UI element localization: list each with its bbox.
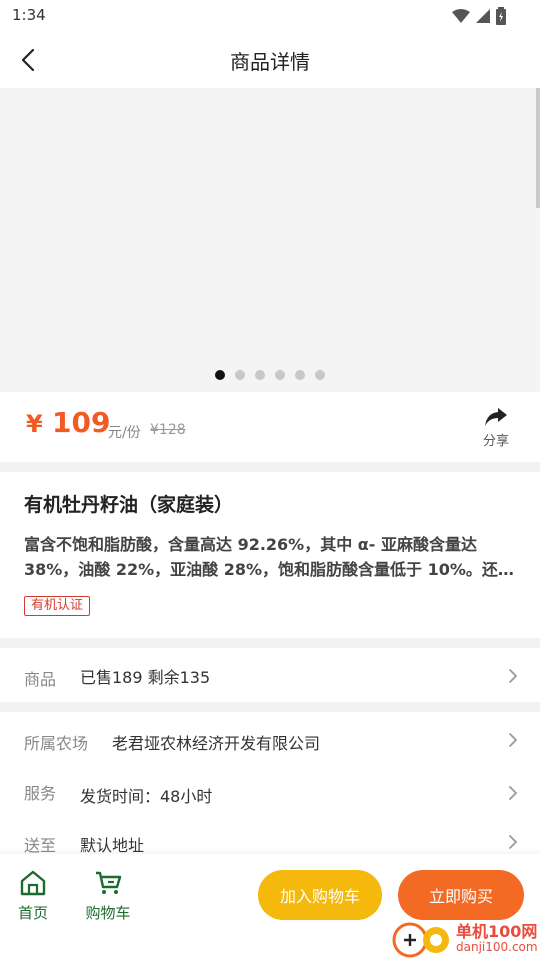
- goods-row[interactable]: 商品 已售189 剩余135: [0, 648, 540, 702]
- farm-name[interactable]: 老君垭农林经济开发有限公司: [112, 730, 320, 754]
- cart-icon: [96, 871, 122, 894]
- carousel-dot[interactable]: [275, 370, 285, 380]
- tab-home-label: 首页: [17, 904, 48, 922]
- carousel-dot[interactable]: [215, 370, 225, 380]
- carousel-indicator: [0, 370, 540, 380]
- chevron-right-icon[interactable]: [508, 834, 518, 850]
- tab-home[interactable]: 首页: [14, 870, 52, 923]
- price-section: ¥ 109 元/份 ¥128 分享: [0, 392, 540, 462]
- site-watermark: 单机100网 danji100.com: [392, 914, 540, 960]
- add-to-cart-button[interactable]: 加入购物车: [258, 870, 382, 920]
- scrollbar[interactable]: [536, 88, 540, 208]
- details-card: 所属农场 老君垭农林经济开发有限公司 服务 发货时间：48小时 送至 默认地址: [0, 712, 540, 856]
- signal-icon: [476, 9, 490, 23]
- ship-to-address[interactable]: 默认地址: [80, 832, 144, 856]
- farm-label: 所属农场: [24, 734, 89, 753]
- carousel-dot[interactable]: [255, 370, 265, 380]
- status-bar: 1:34: [0, 0, 540, 32]
- chevron-right-icon[interactable]: [508, 732, 518, 748]
- share-label: 分享: [482, 434, 509, 449]
- product-title: 有机牡丹籽油（家庭装）: [24, 494, 234, 516]
- service-value[interactable]: 发货时间：48小时: [80, 783, 212, 807]
- watermark-text: 单机100网: [456, 922, 538, 941]
- buy-now-button[interactable]: 立即购买: [398, 870, 524, 920]
- service-label: 服务: [24, 784, 57, 803]
- carousel-dot[interactable]: [315, 370, 325, 380]
- tab-cart-label: 购物车: [85, 904, 131, 922]
- watermark-url: danji100.com: [456, 940, 538, 954]
- watermark-logo-icon: [392, 922, 449, 958]
- status-icons: [452, 6, 506, 26]
- tab-cart[interactable]: 购物车: [80, 870, 136, 923]
- product-info-card: 有机牡丹籽油（家庭装） 富含不饱和脂肪酸，含量高达 92.26%，其中 α- 亚…: [0, 472, 540, 638]
- original-price: ¥128: [150, 422, 186, 438]
- price-unit: 元/份: [108, 425, 141, 441]
- share-icon: [485, 408, 507, 426]
- chevron-right-icon[interactable]: [508, 785, 518, 801]
- share-button[interactable]: 分享: [480, 408, 512, 449]
- home-icon: [20, 870, 46, 896]
- status-time: 1:34: [12, 6, 46, 24]
- price-currency: ¥: [26, 410, 43, 438]
- product-description: 富含不饱和脂肪酸，含量高达 92.26%，其中 α- 亚麻酸含量达 38%，油酸…: [24, 535, 514, 579]
- organic-tag: 有机认证: [24, 596, 91, 616]
- page-title: 商品详情: [230, 50, 310, 74]
- battery-icon: [496, 7, 506, 25]
- carousel-dot[interactable]: [235, 370, 245, 380]
- chevron-right-icon: [509, 669, 518, 683]
- goods-stock: 已售189 剩余135: [80, 668, 211, 687]
- carousel-dot[interactable]: [295, 370, 305, 380]
- nav-bar: 商品详情: [0, 32, 540, 88]
- goods-label: 商品: [24, 670, 57, 689]
- wifi-icon: [452, 9, 470, 23]
- ship-to-label: 送至: [24, 836, 57, 855]
- product-image-carousel[interactable]: [0, 88, 540, 392]
- price-value: 109: [52, 406, 111, 439]
